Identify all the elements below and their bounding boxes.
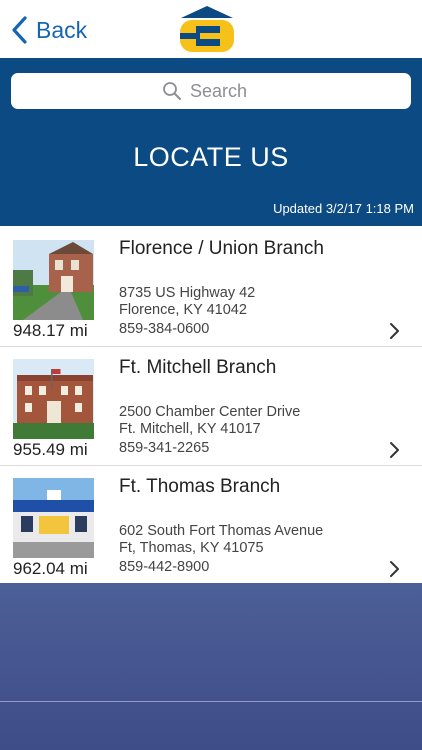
branch-row[interactable]: 962.04 mi Ft. Thomas Branch 602 South Fo…	[0, 466, 422, 584]
branch-phone[interactable]: 859-442-8900	[119, 559, 209, 575]
branch-distance: 962.04 mi	[13, 559, 88, 578]
address-line-2: Ft, Thomas, KY 41075	[119, 540, 264, 556]
address-line-1: 602 South Fort Thomas Avenue	[119, 523, 324, 539]
branch-name: Ft. Thomas Branch	[119, 476, 281, 497]
search-bar[interactable]	[11, 73, 411, 109]
branch-distance: 955.49 mi	[13, 440, 88, 459]
branch-name: Florence / Union Branch	[119, 238, 324, 259]
branch-address: 8735 US Highway 42 Florence, KY 41042	[119, 285, 255, 319]
search-input[interactable]	[190, 80, 260, 102]
address-line-1: 2500 Chamber Center Drive	[119, 404, 301, 420]
chevron-right-icon	[390, 561, 399, 577]
updated-timestamp: Updated 3/2/17 1:18 PM	[273, 201, 414, 216]
branch-photo	[13, 240, 94, 320]
address-line-2: Ft. Mitchell, KY 41017	[119, 421, 261, 437]
footer-divider	[0, 701, 422, 702]
address-line-1: 8735 US Highway 42	[119, 285, 256, 301]
branch-list: 948.17 mi Florence / Union Branch 8735 U…	[0, 228, 422, 584]
header-panel: LOCATE US Updated 3/2/17 1:18 PM	[0, 58, 422, 226]
branch-address: 2500 Chamber Center Drive Ft. Mitchell, …	[119, 404, 300, 438]
chevron-right-icon	[390, 442, 399, 458]
bank-logo	[180, 6, 234, 52]
branch-phone[interactable]: 859-384-0600	[119, 321, 209, 337]
chevron-left-icon	[12, 16, 27, 44]
branch-photo	[13, 478, 94, 558]
address-line-2: Florence, KY 41042	[119, 302, 247, 318]
branch-row[interactable]: 955.49 mi Ft. Mitchell Branch 2500 Chamb…	[0, 347, 422, 466]
page-title: LOCATE US	[133, 142, 289, 172]
nav-bar: Back	[0, 0, 422, 58]
chevron-right-icon	[390, 323, 399, 339]
branch-distance: 948.17 mi	[13, 321, 88, 340]
branch-row[interactable]: 948.17 mi Florence / Union Branch 8735 U…	[0, 228, 422, 347]
footer-panel	[0, 583, 422, 750]
branch-phone[interactable]: 859-341-2265	[119, 440, 209, 456]
back-button[interactable]: Back	[10, 12, 87, 48]
branch-address: 602 South Fort Thomas Avenue Ft, Thomas,…	[119, 523, 323, 557]
back-label: Back	[36, 16, 88, 43]
branch-photo	[13, 359, 94, 439]
search-icon	[163, 82, 181, 100]
branch-name: Ft. Mitchell Branch	[119, 357, 277, 378]
